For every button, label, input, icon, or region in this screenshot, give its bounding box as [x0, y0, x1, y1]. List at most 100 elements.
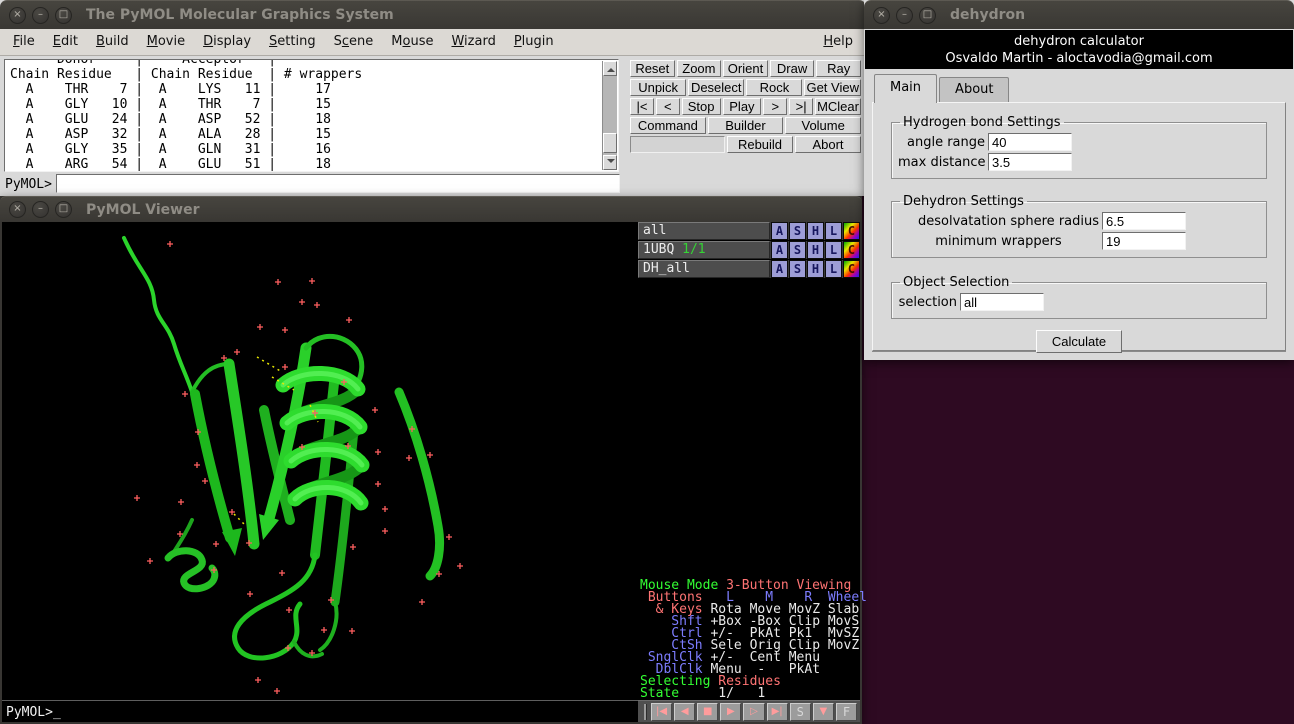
max-distance-field[interactable] — [988, 153, 1072, 171]
volume-button[interactable]: Volume — [785, 117, 861, 134]
viewer-prompt[interactable]: PyMOL>_ — [2, 700, 638, 722]
object-s-button[interactable]: S — [789, 222, 806, 240]
menu-movie[interactable]: Movie — [138, 29, 194, 55]
rock-button[interactable]: Rock — [746, 79, 802, 96]
playbar-grip[interactable] — [644, 704, 647, 720]
min-wrappers-field[interactable] — [1102, 232, 1186, 250]
object-l-button[interactable]: L — [825, 241, 842, 259]
frame-last-button[interactable]: ▶| — [767, 703, 788, 721]
rebuild-button[interactable]: Rebuild — [727, 136, 793, 153]
menu-build[interactable]: Build — [87, 29, 138, 55]
fullscreen-button[interactable]: F — [836, 703, 857, 721]
frame-back-button[interactable]: ◀ — [674, 703, 695, 721]
object-a-button[interactable]: A — [771, 222, 788, 240]
stop-button[interactable]: ■ — [697, 703, 718, 721]
object-selection-group: Object Selection selection — [891, 275, 1267, 319]
builder-button[interactable]: Builder — [708, 117, 784, 134]
menu-edit[interactable]: Edit — [44, 29, 87, 55]
object-a-button[interactable]: A — [771, 260, 788, 278]
main-titlebar[interactable]: × – □ The PyMOL Molecular Graphics Syste… — [0, 0, 866, 29]
sphere-radius-field[interactable] — [1102, 212, 1186, 230]
ray-button[interactable]: Ray — [816, 60, 861, 77]
min-wrappers-label: minimum wrappers — [898, 234, 1102, 249]
object-name-dh_all[interactable]: DH_all — [638, 260, 770, 278]
menu-plugin[interactable]: Plugin — [505, 29, 563, 55]
object-c-button[interactable]: C — [843, 222, 860, 240]
zoom-button[interactable]: Zoom — [677, 60, 722, 77]
abort-button[interactable]: Abort — [795, 136, 861, 153]
object-l-button[interactable]: L — [825, 260, 842, 278]
tab-main[interactable]: Main — [874, 74, 937, 103]
menu-help[interactable]: Help — [814, 29, 862, 55]
viewer-window: × – □ PyMOL Viewer — [0, 196, 862, 724]
menu-bar: FileEditBuildMovieDisplaySettingSceneMou… — [0, 29, 866, 56]
play-button[interactable]: Play — [723, 98, 762, 115]
output-text: Donor | Acceptor | Chain Residue | Chain… — [5, 59, 618, 172]
get-view-button[interactable]: Get View — [804, 79, 861, 96]
deselect-button[interactable]: Deselect — [688, 79, 744, 96]
output-scrollbar[interactable] — [602, 61, 617, 170]
minimize-icon[interactable]: – — [32, 7, 49, 24]
angle-range-field[interactable] — [988, 133, 1072, 151]
object-s-button[interactable]: S — [789, 241, 806, 259]
menu-scene[interactable]: Scene — [325, 29, 383, 55]
minimize-icon[interactable]: – — [32, 201, 49, 218]
object-l-button[interactable]: L — [825, 222, 842, 240]
button-row-3: |<<StopPlay>>|MClear — [629, 97, 862, 116]
mclear-button[interactable]: MClear — [815, 98, 861, 115]
object-name-all[interactable]: all — [638, 222, 770, 240]
menu-wizard[interactable]: Wizard — [442, 29, 504, 55]
menu-file[interactable]: File — [4, 29, 44, 55]
frame-prev-button[interactable]: < — [656, 98, 680, 115]
close-icon[interactable]: × — [873, 7, 890, 24]
calculate-button[interactable]: Calculate — [1036, 330, 1122, 353]
scroll-down-icon[interactable] — [603, 155, 617, 170]
object-h-button[interactable]: H — [807, 222, 824, 240]
scroll-thumb[interactable] — [603, 133, 617, 153]
viewer-canvas[interactable] — [2, 222, 638, 698]
object-name-1ubq[interactable]: 1UBQ 1/1 — [638, 241, 770, 259]
maximize-icon[interactable]: □ — [919, 7, 936, 24]
frame-next-button[interactable]: > — [763, 98, 787, 115]
object-h-button[interactable]: H — [807, 241, 824, 259]
reset-button[interactable]: Reset — [630, 60, 675, 77]
object-a-button[interactable]: A — [771, 241, 788, 259]
scene-button[interactable]: S — [790, 703, 811, 721]
object-c-button[interactable]: C — [843, 260, 860, 278]
scroll-up-icon[interactable] — [603, 61, 617, 76]
menu-display[interactable]: Display — [194, 29, 260, 55]
command-button[interactable]: Command — [630, 117, 706, 134]
viewer-client: allASHLC1UBQ 1/1ASHLCDH_allASHLC Mouse M… — [2, 222, 860, 722]
object-list: allASHLC1UBQ 1/1ASHLCDH_allASHLC — [638, 222, 860, 279]
viewer-titlebar[interactable]: × – □ PyMOL Viewer — [0, 196, 862, 222]
object-h-button[interactable]: H — [807, 260, 824, 278]
maximize-icon[interactable]: □ — [55, 201, 72, 218]
dehydron-titlebar[interactable]: × – □ dehydron — [864, 0, 1294, 29]
unpick-button[interactable]: Unpick — [630, 79, 686, 96]
command-input[interactable] — [56, 174, 620, 193]
close-icon[interactable]: × — [9, 201, 26, 218]
orient-button[interactable]: Orient — [723, 60, 768, 77]
menu-setting[interactable]: Setting — [260, 29, 325, 55]
button-row-4: CommandBuilderVolume — [629, 116, 862, 135]
maximize-icon[interactable]: □ — [55, 7, 72, 24]
object-s-button[interactable]: S — [789, 260, 806, 278]
frame-forward-button[interactable]: ▷ — [743, 703, 764, 721]
selection-field[interactable] — [960, 293, 1044, 311]
frame-first-button[interactable]: |< — [630, 98, 654, 115]
frame-first-button[interactable]: |◀ — [651, 703, 672, 721]
minimize-icon[interactable]: – — [896, 7, 913, 24]
frame-last-button[interactable]: >| — [789, 98, 813, 115]
menu-mouse[interactable]: Mouse — [382, 29, 442, 55]
play-button[interactable]: ▶ — [720, 703, 741, 721]
draw-button[interactable]: Draw — [770, 60, 815, 77]
tab-about[interactable]: About — [939, 77, 1009, 102]
close-icon[interactable]: × — [9, 7, 26, 24]
stop-button[interactable]: Stop — [682, 98, 721, 115]
menu-items: FileEditBuildMovieDisplaySettingSceneMou… — [4, 29, 563, 55]
object-row-all: allASHLC — [638, 222, 860, 241]
button-row-5: RebuildAbort — [629, 135, 862, 154]
output-area[interactable]: Donor | Acceptor | Chain Residue | Chain… — [4, 59, 619, 172]
down-button[interactable]: ▼ — [813, 703, 834, 721]
object-c-button[interactable]: C — [843, 241, 860, 259]
